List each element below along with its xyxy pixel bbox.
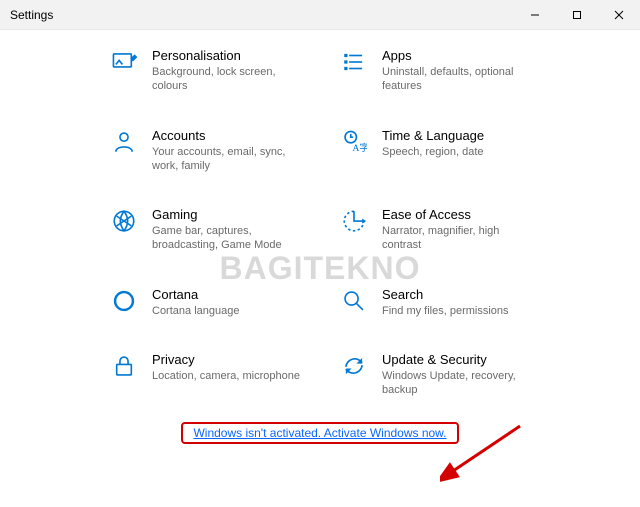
tile-title: Apps <box>382 48 530 63</box>
tile-title: Gaming <box>152 207 300 222</box>
tile-subtitle: Location, camera, microphone <box>152 369 300 383</box>
tile-title: Update & Security <box>382 352 530 367</box>
tile-privacy[interactable]: Privacy Location, camera, microphone <box>110 352 300 398</box>
ease-of-access-icon <box>340 207 368 235</box>
tile-title: Ease of Access <box>382 207 530 222</box>
activation-link[interactable]: Windows isn't activated. Activate Window… <box>181 422 458 444</box>
settings-content: Personalisation Background, lock screen,… <box>0 30 640 458</box>
tile-subtitle: Background, lock screen, colours <box>152 65 300 94</box>
tile-update-security[interactable]: Update & Security Windows Update, recove… <box>340 352 530 398</box>
tile-subtitle: Cortana language <box>152 304 239 318</box>
tile-personalisation[interactable]: Personalisation Background, lock screen,… <box>110 48 300 94</box>
accounts-icon <box>110 128 138 156</box>
tile-title: Accounts <box>152 128 300 143</box>
update-security-icon <box>340 352 368 380</box>
time-language-icon: A字 <box>340 128 368 156</box>
tile-subtitle: Narrator, magnifier, high contrast <box>382 224 530 253</box>
privacy-icon <box>110 352 138 380</box>
personalisation-icon <box>110 48 138 76</box>
tile-accounts[interactable]: Accounts Your accounts, email, sync, wor… <box>110 128 300 174</box>
tile-apps[interactable]: Apps Uninstall, defaults, optional featu… <box>340 48 530 94</box>
cortana-icon <box>110 287 138 315</box>
gaming-icon <box>110 207 138 235</box>
close-button[interactable] <box>598 0 640 30</box>
settings-grid: Personalisation Background, lock screen,… <box>110 48 530 398</box>
tile-subtitle: Uninstall, defaults, optional features <box>382 65 530 94</box>
tile-subtitle: Find my files, permissions <box>382 304 509 318</box>
activation-bar: Windows isn't activated. Activate Window… <box>110 422 530 444</box>
tile-title: Personalisation <box>152 48 300 63</box>
window-controls <box>514 0 640 30</box>
tile-title: Time & Language <box>382 128 484 143</box>
tile-cortana[interactable]: Cortana Cortana language <box>110 287 300 318</box>
tile-subtitle: Windows Update, recovery, backup <box>382 369 530 398</box>
window-title: Settings <box>10 8 53 22</box>
search-icon <box>340 287 368 315</box>
tile-title: Privacy <box>152 352 300 367</box>
tile-search[interactable]: Search Find my files, permissions <box>340 287 530 318</box>
tile-title: Cortana <box>152 287 239 302</box>
minimize-button[interactable] <box>514 0 556 30</box>
tile-subtitle: Your accounts, email, sync, work, family <box>152 145 300 174</box>
svg-text:A字: A字 <box>352 141 367 154</box>
tile-gaming[interactable]: Gaming Game bar, captures, broadcasting,… <box>110 207 300 253</box>
tile-time-language[interactable]: A字 Time & Language Speech, region, date <box>340 128 530 174</box>
tile-subtitle: Speech, region, date <box>382 145 484 159</box>
tile-ease-of-access[interactable]: Ease of Access Narrator, magnifier, high… <box>340 207 530 253</box>
titlebar: Settings <box>0 0 640 30</box>
apps-icon <box>340 48 368 76</box>
maximize-button[interactable] <box>556 0 598 30</box>
tile-title: Search <box>382 287 509 302</box>
tile-subtitle: Game bar, captures, broadcasting, Game M… <box>152 224 300 253</box>
